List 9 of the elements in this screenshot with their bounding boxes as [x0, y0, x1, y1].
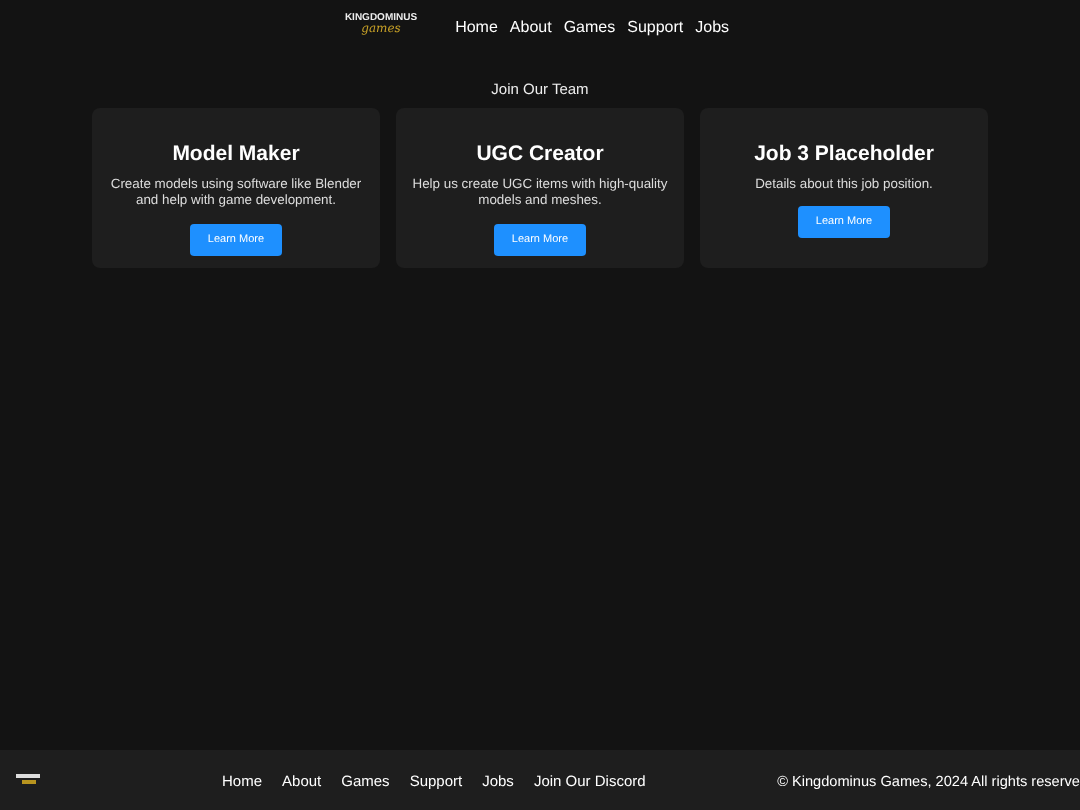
- nav-link[interactable]: About: [509, 18, 552, 36]
- nav-link[interactable]: Games: [563, 18, 616, 36]
- job-title: UGC Creator: [476, 142, 604, 166]
- job-title: Job 3 Placeholder: [754, 142, 934, 166]
- nav-link[interactable]: Jobs: [695, 18, 730, 36]
- logo-icon[interactable]: [16, 774, 40, 786]
- job-title: Model Maker: [172, 142, 300, 166]
- nav-link[interactable]: Support: [627, 18, 684, 36]
- nav-link[interactable]: Home: [455, 18, 498, 36]
